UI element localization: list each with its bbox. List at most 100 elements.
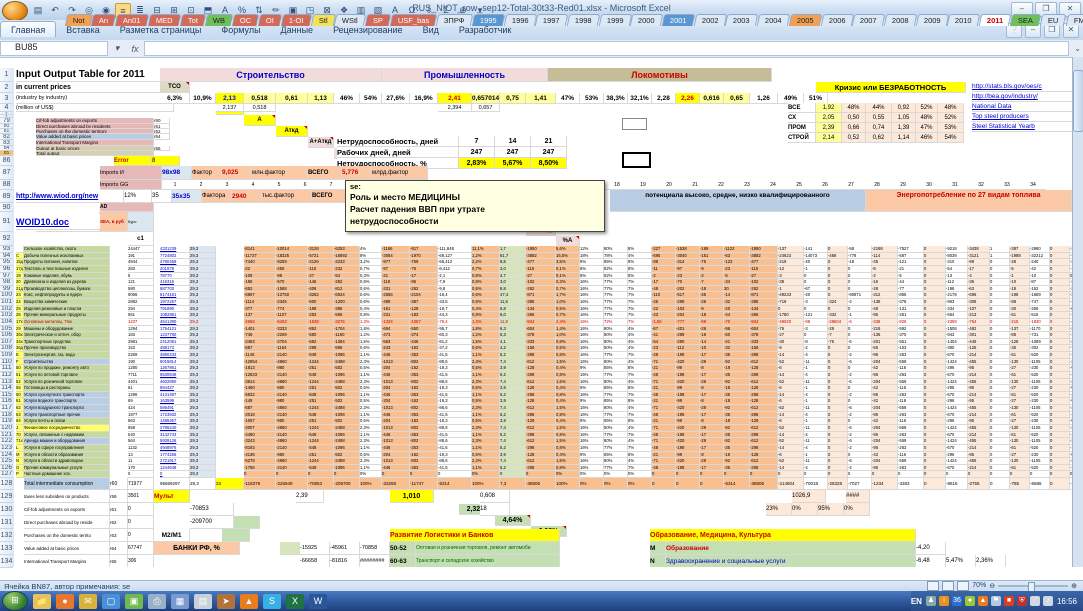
row-header-125[interactable]: 125: [0, 458, 13, 465]
external-link-3[interactable]: Top steel producers: [972, 112, 1072, 122]
row-header-104[interactable]: 104: [0, 319, 13, 326]
row-header-102[interactable]: 102: [0, 306, 13, 313]
row-header-116[interactable]: 116: [0, 398, 13, 405]
mail-icon[interactable]: ✉: [79, 594, 97, 609]
row-header-133[interactable]: 133: [0, 542, 13, 555]
row-header-117[interactable]: 117: [0, 405, 13, 412]
sheet-tab-2006[interactable]: 2006: [820, 14, 853, 26]
sheet-tab-2000[interactable]: 2000: [630, 14, 663, 26]
page-break-view-icon[interactable]: [957, 581, 969, 591]
flag-tray-icon[interactable]: ⚑: [991, 596, 1001, 606]
ribbon-tab-1[interactable]: Главная: [0, 21, 56, 37]
sheet-tab-ЗПРФ[interactable]: ЗПРФ: [436, 14, 473, 26]
row-header-86[interactable]: 86: [0, 156, 13, 166]
volume-tray-icon[interactable]: ♪: [1043, 596, 1053, 606]
sheet-tab-USF_bas[interactable]: USF_bas: [390, 14, 438, 26]
sheet-tab-WB[interactable]: WB: [204, 14, 233, 26]
empty-cell[interactable]: [622, 118, 647, 130]
row-header-129[interactable]: 129: [0, 490, 13, 503]
name-box[interactable]: BU85: [0, 41, 108, 56]
sheet-tab-FM[interactable]: FM: [1065, 14, 1083, 26]
sheet-tab-2002[interactable]: 2002: [694, 14, 727, 26]
row-header-115[interactable]: 115: [0, 392, 13, 399]
row-header-101[interactable]: 101: [0, 299, 13, 306]
row-header-111[interactable]: 111: [0, 365, 13, 372]
zoom-in-icon[interactable]: ⊕: [1071, 582, 1077, 590]
external-link-4[interactable]: Steel Statistical Yearb: [972, 122, 1072, 132]
vlc-tray-icon[interactable]: ▲: [978, 596, 988, 606]
row-header-110[interactable]: 110: [0, 359, 13, 366]
sheet-tab-SEA[interactable]: SEA: [1010, 14, 1042, 26]
vlc-icon[interactable]: ▲: [240, 594, 258, 609]
row-header-1[interactable]: 1: [0, 68, 13, 82]
sheet-tab-1997[interactable]: 1997: [535, 14, 568, 26]
sheet-tab-1995[interactable]: 1995: [472, 14, 505, 26]
sheet-tab-2007[interactable]: 2007: [852, 14, 885, 26]
row-header-126[interactable]: 126: [0, 465, 13, 472]
row-header-99[interactable]: 99: [0, 286, 13, 293]
normal-view-icon[interactable]: [927, 581, 939, 591]
sheet-tab-1996[interactable]: 1996: [503, 14, 536, 26]
firefox-icon[interactable]: ●: [56, 594, 74, 609]
selected-cell-BU85[interactable]: [622, 152, 651, 168]
row-header-106[interactable]: 106: [0, 332, 13, 339]
row-header-105[interactable]: 105: [0, 326, 13, 333]
row-header-4[interactable]: 4: [0, 104, 13, 112]
row-header-100[interactable]: 100: [0, 292, 13, 299]
row-header-97[interactable]: 97: [0, 273, 13, 280]
printer-icon[interactable]: ⎙: [148, 594, 166, 609]
row-header-112[interactable]: 112: [0, 372, 13, 379]
row-header-89[interactable]: 89: [0, 190, 13, 203]
row-header-96[interactable]: 96: [0, 266, 13, 273]
wiod-link[interactable]: http://www.wiod.org/new: [16, 190, 124, 203]
row-header-94[interactable]: 94: [0, 253, 13, 260]
sheet-tab-SP[interactable]: SP: [365, 14, 392, 26]
row-header-103[interactable]: 103: [0, 312, 13, 319]
shield-tray-icon[interactable]: ⛨: [1017, 596, 1027, 606]
start-button[interactable]: ⊞: [2, 591, 28, 611]
excel-icon[interactable]: X: [286, 594, 304, 609]
green-ball-tray-icon[interactable]: ●: [965, 596, 975, 606]
skype-icon[interactable]: S: [263, 594, 281, 609]
image-viewer-icon[interactable]: ▦: [171, 594, 189, 609]
page-layout-view-icon[interactable]: [942, 581, 954, 591]
sheet-tab-OI[interactable]: OI: [258, 14, 282, 26]
photo-app-icon[interactable]: ▣: [125, 594, 143, 609]
formula-input[interactable]: [144, 41, 1069, 56]
sheet-tab-Tot[interactable]: Tot: [179, 14, 206, 26]
row-header-91[interactable]: 91: [0, 212, 13, 232]
sheet-tab-2008[interactable]: 2008: [884, 14, 917, 26]
row-header-130[interactable]: 130: [0, 503, 13, 516]
row-header-90[interactable]: 90: [0, 203, 13, 212]
external-link-2[interactable]: National Data: [972, 102, 1072, 112]
fx-icon[interactable]: fx: [126, 44, 144, 54]
external-link-0[interactable]: http://stats.bls.gov/oes/c: [972, 82, 1072, 92]
row-header-95[interactable]: 95: [0, 259, 13, 266]
row-header-88[interactable]: 88: [0, 180, 13, 190]
sheet-tab-2003[interactable]: 2003: [725, 14, 758, 26]
row-header-131[interactable]: 131: [0, 516, 13, 529]
row-header-108[interactable]: 108: [0, 345, 13, 352]
sheet-tab-1999[interactable]: 1999: [598, 14, 631, 26]
row-header-92[interactable]: 92: [0, 232, 13, 246]
zoom-level[interactable]: 70%: [972, 582, 986, 589]
notes-icon[interactable]: ▤: [194, 594, 212, 609]
sheet-tab-1-OI[interactable]: 1-OI: [281, 14, 312, 26]
sheet-tab-MED[interactable]: MED: [148, 14, 181, 26]
row-header-121[interactable]: 121: [0, 432, 13, 439]
row-header-134[interactable]: 134: [0, 555, 13, 568]
sheet-tab-2004[interactable]: 2004: [757, 14, 790, 26]
row-header-93[interactable]: 93: [0, 246, 13, 253]
taskbar-clock[interactable]: 16:56: [1057, 597, 1077, 606]
row-header-118[interactable]: 118: [0, 412, 13, 419]
sheet-tab-An[interactable]: An: [91, 14, 117, 26]
row-header-109[interactable]: 109: [0, 352, 13, 359]
sheet-tab-Stl[interactable]: Stl: [310, 14, 335, 26]
explorer-icon[interactable]: 📁: [33, 594, 51, 609]
sheet-tab-2011[interactable]: 2011: [979, 14, 1012, 26]
info-tray-icon[interactable]: i: [939, 596, 949, 606]
sheet-tab-1998[interactable]: 1998: [567, 14, 600, 26]
vertical-scrollbar-thumb[interactable]: [1073, 70, 1083, 132]
row-header-98[interactable]: 98: [0, 279, 13, 286]
row-header-119[interactable]: 119: [0, 418, 13, 425]
